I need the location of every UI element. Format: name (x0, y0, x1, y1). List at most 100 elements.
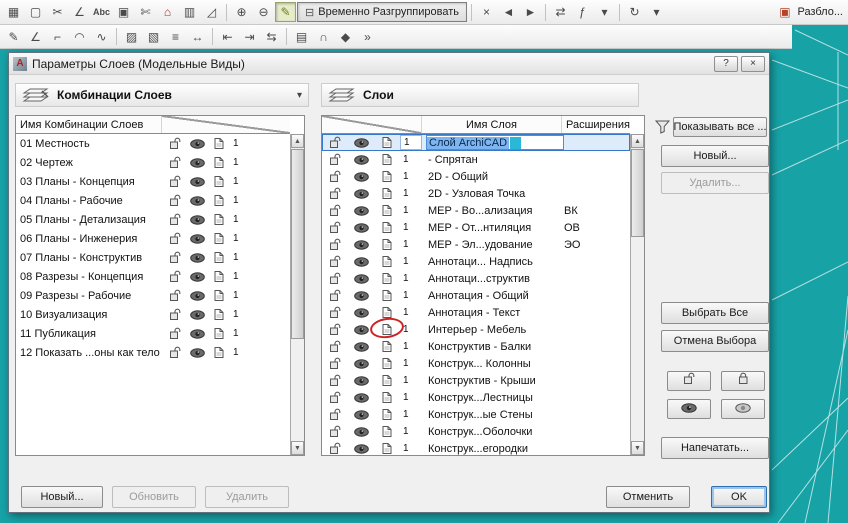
lock-icon[interactable] (164, 346, 186, 359)
intersection-number[interactable]: 1 (400, 222, 422, 233)
align-right-icon[interactable]: ⇥ (239, 27, 260, 47)
intersection-number[interactable]: 1 (400, 341, 422, 352)
eye-icon[interactable] (348, 426, 374, 437)
model-view-icon[interactable] (374, 340, 400, 353)
eye-icon[interactable] (348, 307, 374, 318)
layer-row[interactable]: 1 Аннотация - Общий (322, 287, 630, 304)
scroll-up-arrow[interactable]: ▲ (631, 134, 644, 148)
combination-row[interactable]: 12 Показать ...оны как тело 1 (16, 343, 290, 362)
distribute-icon[interactable]: ⇆ (261, 27, 282, 47)
unlock-label[interactable]: Разбло... (796, 6, 845, 18)
model-view-icon[interactable] (208, 346, 230, 359)
chevron-down-icon[interactable]: ▾ (594, 2, 615, 22)
model-view-icon[interactable] (374, 391, 400, 404)
zoom-out-icon[interactable]: ⊖ (253, 2, 274, 22)
lock-icon[interactable] (164, 137, 186, 150)
combination-name-column-header[interactable]: Имя Комбинации Слоев (16, 116, 162, 133)
lock-icon[interactable] (322, 391, 348, 404)
chevron-down-icon[interactable]: ▾ (297, 90, 302, 101)
swap-arrows-icon[interactable]: ⇄ (550, 2, 571, 22)
intersection-number[interactable]: 1 (400, 324, 422, 335)
layer-row[interactable]: 1 Конструк...егородки (322, 440, 630, 455)
combination-list-scrollbar[interactable]: ▲ ▼ (290, 134, 304, 455)
eye-icon[interactable] (348, 171, 374, 182)
intersection-number[interactable]: 1 (230, 138, 250, 149)
model-view-icon[interactable] (374, 238, 400, 251)
intersection-number[interactable]: 1 (400, 426, 422, 437)
layer-row[interactable]: 1 Аннотаци...структив (322, 270, 630, 287)
layer-row[interactable]: 1 2D - Общий (322, 168, 630, 185)
model-view-icon[interactable] (374, 272, 400, 285)
spellcheck-icon[interactable]: Abc (91, 2, 112, 22)
lock-icon[interactable] (322, 153, 348, 166)
layer-row[interactable]: 1 Конструк...Лестницы (322, 389, 630, 406)
layer-row[interactable]: 1 Конструк...Оболочки (322, 423, 630, 440)
intersection-number[interactable]: 1 (400, 409, 422, 420)
layer-row[interactable]: 1 МЕР - Эл...удование ЭО (322, 236, 630, 253)
layer-row[interactable]: 1 Аннотация - Текст (322, 304, 630, 321)
layer-row[interactable]: 1 МЕР - От...нтиляция ОВ (322, 219, 630, 236)
layer-row[interactable]: 1 2D - Узловая Точка (322, 185, 630, 202)
model-view-icon[interactable] (208, 175, 230, 188)
home-icon[interactable]: ⌂ (157, 2, 178, 22)
combination-row[interactable]: 10 Визуализация 1 (16, 305, 290, 324)
lock-icon[interactable] (322, 170, 348, 183)
chevron-down-icon[interactable]: ▾ (646, 2, 667, 22)
intersection-number[interactable]: 1 (230, 214, 250, 225)
intersection-number[interactable]: 1 (400, 256, 422, 267)
lock-icon[interactable] (322, 408, 348, 421)
model-view-icon[interactable] (208, 137, 230, 150)
eye-icon[interactable] (348, 154, 374, 165)
combination-row[interactable]: 08 Разрезы - Концепция 1 (16, 267, 290, 286)
lock-icon[interactable] (322, 374, 348, 387)
cancel-icon[interactable]: × (476, 2, 497, 22)
intersection-number[interactable]: 1 (230, 271, 250, 282)
combination-row[interactable]: 09 Разрезы - Рабочие 1 (16, 286, 290, 305)
intersection-number[interactable]: 1 (400, 154, 422, 165)
more-tools-icon[interactable]: » (357, 27, 378, 47)
layer-row[interactable]: 1 Интерьер - Мебель (322, 321, 630, 338)
model-view-icon[interactable] (208, 270, 230, 283)
ok-button[interactable]: OK (711, 486, 767, 508)
model-view-icon[interactable] (374, 306, 400, 319)
intersection-number[interactable]: 1 (230, 176, 250, 187)
combination-row[interactable]: 06 Планы - Инженерия 1 (16, 229, 290, 248)
lock-icon[interactable] (322, 442, 348, 455)
scroll-down-arrow[interactable]: ▼ (291, 441, 304, 455)
combination-row[interactable]: 02 Чертеж 1 (16, 153, 290, 172)
help-button[interactable]: ? (714, 55, 738, 72)
lock-icon[interactable] (322, 204, 348, 217)
pen-set-icon[interactable]: ◆ (335, 27, 356, 47)
lock-icon[interactable] (322, 306, 348, 319)
layer-row[interactable]: 1 Конструк... Колонны (322, 355, 630, 372)
eye-icon[interactable] (186, 195, 208, 206)
zoom-in-icon[interactable]: ⊕ (231, 2, 252, 22)
combination-row[interactable]: 04 Планы - Рабочие 1 (16, 191, 290, 210)
model-view-icon[interactable] (374, 425, 400, 438)
figure-tool-icon[interactable]: ▣ (113, 2, 134, 22)
eye-icon[interactable] (348, 137, 374, 148)
layers-list-scrollbar[interactable]: ▲ ▼ (630, 134, 644, 455)
intersection-number[interactable]: 1 (400, 307, 422, 318)
scroll-thumb[interactable] (631, 149, 644, 237)
intersection-number[interactable]: 1 (230, 328, 250, 339)
lock-icon[interactable] (322, 187, 348, 200)
knife-tool-icon[interactable]: ✄ (135, 2, 156, 22)
marquee-tool-icon[interactable]: ▢ (25, 2, 46, 22)
model-view-icon[interactable] (208, 327, 230, 340)
layer-name-column-header[interactable]: Имя Слоя (422, 116, 562, 133)
extension-column-header[interactable]: Расширения (562, 119, 630, 131)
show-all-button[interactable]: Показывать все ... (673, 117, 767, 137)
update-combination-button[interactable]: Обновить (112, 486, 196, 508)
model-view-icon[interactable] (374, 136, 400, 149)
intersection-number[interactable]: 1 (400, 290, 422, 301)
new-combination-button[interactable]: Новый... (21, 486, 103, 508)
model-view-icon[interactable] (374, 374, 400, 387)
lock-icon[interactable] (164, 251, 186, 264)
lock-icon[interactable] (322, 323, 348, 336)
line-stack-icon[interactable]: ≡ (165, 27, 186, 47)
lock-icon[interactable] (322, 136, 348, 149)
align-left-icon[interactable]: ⇤ (217, 27, 238, 47)
intersection-number[interactable]: 1 (400, 171, 422, 182)
layer-row[interactable]: 1 Аннотаци... Надпись (322, 253, 630, 270)
